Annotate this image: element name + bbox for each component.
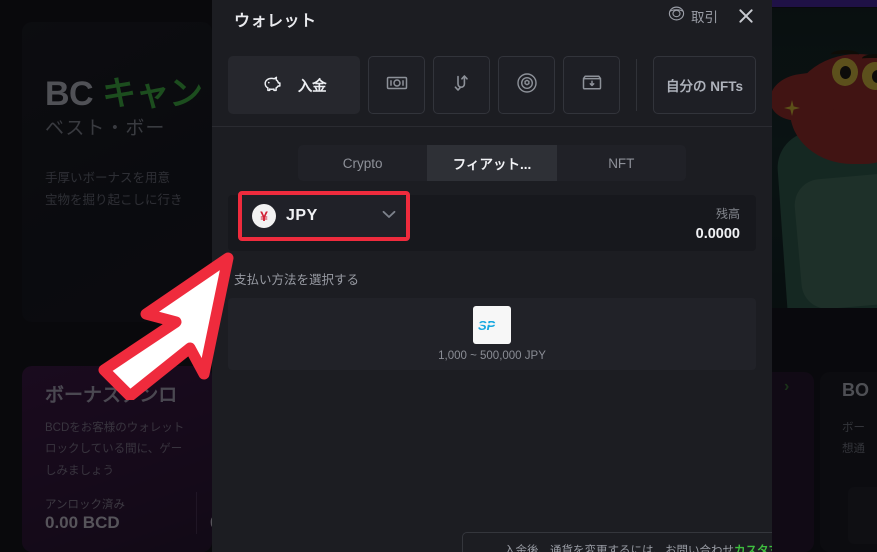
wallet-tabs: Crypto フィアット... NFT (298, 145, 686, 181)
screen: BC キャン ベスト・ボー 手厚いボーナスを用意 宝物を掘り起こしに行き ボーナ… (0, 0, 877, 552)
currency-code: JPY (286, 207, 318, 224)
toolbar-divider (636, 59, 637, 111)
footer-text-before: 入金後、通貨を変更するには、お問い合わせ (504, 545, 734, 552)
trade-label: 取引 (691, 10, 718, 25)
withdraw-box-icon (580, 71, 604, 100)
sp-provider-logo: SP (473, 306, 511, 344)
tab-nft[interactable]: NFT (557, 145, 686, 181)
currency-select[interactable]: ¥ JPY (242, 195, 406, 237)
payment-range-text: 1,000 ~ 500,000 JPY (438, 350, 546, 362)
currency-row: ¥ JPY 残高 0.0000 (228, 191, 756, 251)
trade-coin-icon (668, 5, 685, 27)
piggy-bank-icon (262, 72, 284, 99)
deposit-button[interactable]: 入金 (228, 56, 361, 114)
swap-arrows-icon (450, 71, 474, 100)
wallet-toolbar: 入金 自分の NFTs (228, 54, 756, 116)
footer-support-link[interactable]: カスタマーサポート (734, 545, 772, 552)
currency-highlight-box: ¥ JPY (238, 191, 410, 241)
big-red-arrow-cursor (86, 250, 258, 405)
payment-method-label: 支払い方法を選択する (234, 273, 360, 287)
modal-header: ウォレット 取引 (212, 0, 772, 44)
trade-button[interactable]: 取引 (668, 5, 718, 27)
swap-icon-button[interactable] (433, 56, 491, 114)
close-icon[interactable] (736, 6, 756, 26)
balance-label: 残高 (715, 206, 740, 221)
payment-provider-option[interactable]: SP 1,000 ~ 500,000 JPY (228, 298, 756, 370)
modal-title: ウォレット (234, 13, 317, 30)
banknote-icon-button[interactable] (368, 56, 426, 114)
balance-block: 残高 0.0000 (696, 205, 740, 242)
withdraw-icon-button[interactable] (563, 56, 620, 114)
chevron-down-icon (382, 210, 396, 222)
modal-header-actions: 取引 (668, 5, 756, 27)
tab-crypto[interactable]: Crypto (298, 145, 427, 181)
wallet-modal: ウォレット 取引 入金 自分の NFTs Crypto フィアット... NFT… (212, 0, 772, 552)
footer-notice-text: 入金後、通貨を変更するには、お問い合わせカスタマーサポート (504, 542, 772, 552)
balance-value: 0.0000 (695, 225, 740, 242)
coin-target-icon (515, 71, 539, 100)
tab-fiat[interactable]: フィアット... (427, 145, 557, 181)
coin-icon-button[interactable] (498, 56, 556, 114)
banknote-icon (385, 71, 409, 100)
my-nfts-button[interactable]: 自分の NFTs (652, 56, 756, 114)
svg-text:SP: SP (478, 318, 496, 332)
yen-icon: ¥ (252, 204, 276, 228)
deposit-label: 入金 (297, 78, 327, 95)
header-divider (212, 126, 772, 127)
